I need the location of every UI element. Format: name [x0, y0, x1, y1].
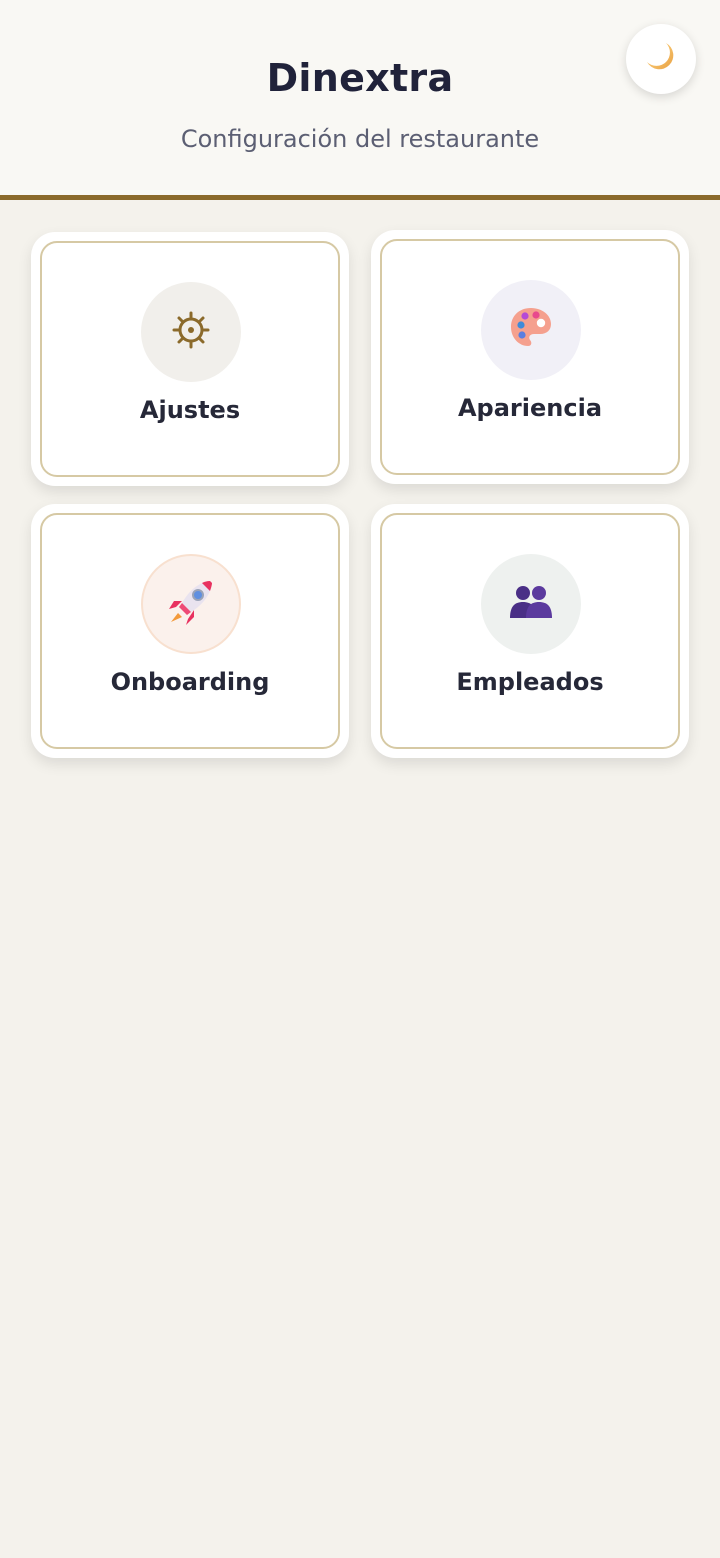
app-title: Dinextra	[266, 56, 454, 100]
icon-badge	[481, 554, 581, 654]
moon-icon	[644, 40, 678, 78]
icon-badge	[141, 282, 241, 382]
people-icon	[507, 582, 555, 626]
menu-card-onboarding[interactable]: Onboarding	[31, 504, 349, 758]
gear-icon	[171, 310, 211, 354]
menu-card-apariencia[interactable]: Apariencia	[371, 230, 689, 484]
theme-toggle-button[interactable]	[626, 24, 696, 94]
icon-badge	[481, 280, 581, 380]
card-label: Onboarding	[110, 668, 270, 696]
card-label: Empleados	[456, 668, 604, 696]
app-subtitle: Configuración del restaurante	[180, 125, 540, 153]
icon-badge	[141, 554, 241, 654]
card-label: Ajustes	[139, 396, 241, 424]
palette-icon	[507, 304, 555, 356]
menu-card-empleados[interactable]: Empleados	[371, 504, 689, 758]
header-divider	[0, 195, 720, 200]
card-label: Apariencia	[457, 394, 603, 422]
menu-card-ajustes[interactable]: Ajustes	[31, 232, 349, 486]
rocket-icon	[166, 577, 216, 631]
app-header: Dinextra Configuración del restaurante	[0, 0, 720, 196]
